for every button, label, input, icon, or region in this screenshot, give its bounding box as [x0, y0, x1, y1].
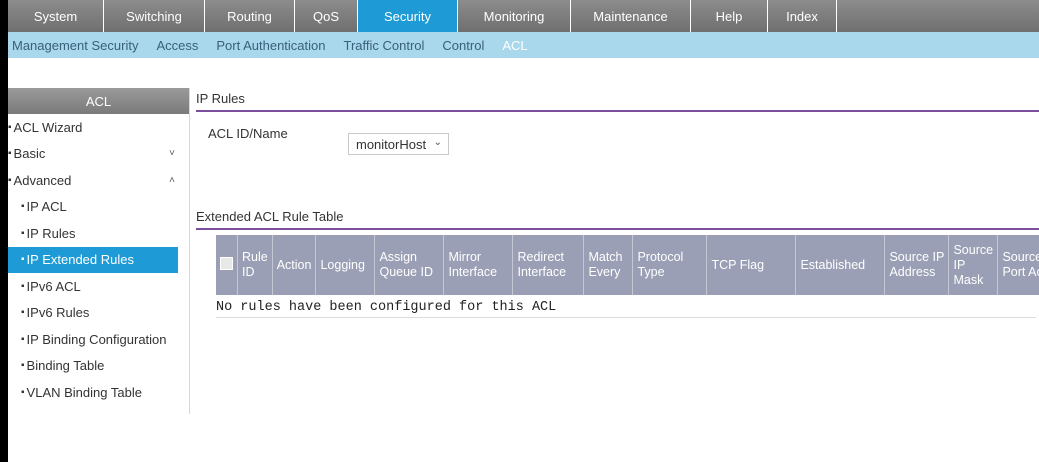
subnav-traffic-control[interactable]: Traffic Control: [344, 38, 425, 53]
select-all-checkbox[interactable]: [220, 256, 233, 270]
column-header-source-ip-mask[interactable]: Source IP Mask: [948, 235, 999, 295]
sidebar-item-label: IPv6 Rules: [26, 305, 90, 321]
subnav-port-authentication[interactable]: Port Authentication: [216, 38, 325, 53]
sidebar: ACL ▪ ACL Wizard ▪ Basic ˅ ▪ Advanced ˄ ▪ IP ACL ▪…: [8, 88, 190, 414]
sidebar-item-ipv6-rules[interactable]: ▪ IPv6 Rules: [8, 300, 189, 327]
chevron-up-icon[interactable]: ˄: [169, 175, 175, 186]
column-header-assign-queue-id[interactable]: Assign Queue ID: [374, 235, 445, 295]
sidebar-list: ▪ ACL Wizard ▪ Basic ˅ ▪ Advanced ˄ ▪ IP ACL ▪ IP R…: [8, 114, 189, 406]
column-header-established[interactable]: Established: [795, 235, 886, 295]
sidebar-item-label: IPv6 ACL: [26, 278, 81, 294]
rule-table-wrap: Rule ID Action Logging Assign Queue ID Mirro…: [216, 235, 1039, 318]
chevron-down-icon[interactable]: ˅: [169, 148, 175, 159]
bullet-icon: ▪: [21, 254, 25, 266]
sidebar-item-label: IP Rules: [26, 225, 76, 241]
empty-table-message: No rules have been configured for this A…: [216, 295, 1036, 318]
bullet-icon: ▪: [21, 386, 25, 398]
bullet-icon: ▪: [8, 174, 12, 186]
select-all-header[interactable]: [216, 235, 238, 295]
ip-rules-title: IP Rules: [196, 88, 1039, 112]
column-header-source-l4-port-action[interactable]: Source L4 Port Action: [997, 235, 1039, 295]
bullet-icon: ▪: [21, 201, 25, 213]
topnav-filler: [837, 0, 1039, 32]
subnav-management-security[interactable]: Management Security: [12, 38, 138, 53]
sidebar-header: ACL: [8, 88, 189, 114]
column-header-mirror-interface[interactable]: Mirror Interface: [443, 235, 514, 295]
subnav-access[interactable]: Access: [156, 38, 198, 53]
table-section: Extended ACL Rule Table: [196, 206, 1039, 230]
main-content: IP Rules ACL ID/Name monitorHost ⌄ Exten…: [196, 88, 1039, 318]
sidebar-item-label: Basic: [13, 146, 46, 162]
column-header-tcp-flag[interactable]: TCP Flag: [706, 235, 797, 295]
bullet-icon: ▪: [8, 148, 12, 160]
sub-navigation: Management Security Access Port Authentica…: [8, 32, 1039, 58]
sidebar-item-binding-table[interactable]: ▪ Binding Table: [8, 353, 189, 380]
tab-qos[interactable]: QoS: [295, 0, 358, 32]
subnav-control[interactable]: Control: [442, 38, 484, 53]
bullet-icon: ▪: [21, 333, 25, 345]
column-header-redirect-interface[interactable]: Redirect Interface: [512, 235, 585, 295]
column-header-protocol-type[interactable]: Protocol Type: [632, 235, 708, 295]
sidebar-item-label: IP ACL: [26, 199, 67, 215]
sidebar-item-label: VLAN Binding Table: [26, 384, 142, 400]
tab-help[interactable]: Help: [691, 0, 768, 32]
sidebar-item-label: IP Binding Configuration: [26, 331, 167, 347]
column-header-source-ip-address[interactable]: Source IP Address: [884, 235, 950, 295]
acl-id-row: ACL ID/Name monitorHost ⌄: [196, 112, 1039, 172]
sidebar-item-ipv6-acl[interactable]: ▪ IPv6 ACL: [8, 273, 189, 300]
window-frame-edge: [0, 0, 8, 462]
column-header-rule-id[interactable]: Rule ID: [237, 235, 273, 295]
sidebar-item-label: IP Extended Rules: [26, 252, 134, 268]
tab-switching[interactable]: Switching: [104, 0, 205, 32]
tab-security[interactable]: Security: [358, 0, 458, 32]
bullet-icon: ▪: [21, 307, 25, 319]
sidebar-item-basic[interactable]: ▪ Basic ˅: [8, 141, 189, 168]
column-header-logging[interactable]: Logging: [315, 235, 376, 295]
rule-table: Rule ID Action Logging Assign Queue ID Mirro…: [216, 235, 1039, 295]
sidebar-item-vlan-binding-table[interactable]: ▪ VLAN Binding Table: [8, 379, 189, 406]
tab-monitoring[interactable]: Monitoring: [458, 0, 571, 32]
tab-system[interactable]: System: [8, 0, 104, 32]
sidebar-item-label: ACL Wizard: [13, 119, 83, 135]
app: System Switching Routing QoS Security Monitor…: [8, 0, 1039, 462]
sidebar-item-acl-wizard[interactable]: ▪ ACL Wizard: [8, 114, 189, 141]
sidebar-item-ip-binding-configuration[interactable]: ▪ IP Binding Configuration: [8, 326, 189, 353]
acl-id-label: ACL ID/Name: [208, 126, 288, 141]
tab-maintenance[interactable]: Maintenance: [571, 0, 691, 32]
top-navigation: System Switching Routing QoS Security Monitor…: [8, 0, 1039, 32]
bullet-icon: ▪: [21, 280, 25, 292]
bullet-icon: ▪: [8, 121, 12, 133]
column-header-action[interactable]: Action: [272, 235, 317, 295]
tab-index[interactable]: Index: [768, 0, 837, 32]
chevron-down-icon: ⌄: [433, 137, 442, 148]
acl-id-select-value: monitorHost: [356, 136, 427, 152]
sidebar-item-label: Advanced: [13, 172, 72, 188]
column-header-match-every[interactable]: Match Every: [583, 235, 634, 295]
subnav-acl[interactable]: ACL: [502, 38, 527, 53]
sidebar-item-ip-acl[interactable]: ▪ IP ACL: [8, 194, 189, 221]
tab-routing[interactable]: Routing: [205, 0, 295, 32]
sidebar-item-advanced[interactable]: ▪ Advanced ˄: [8, 167, 189, 194]
sidebar-item-label: Binding Table: [26, 358, 105, 374]
table-title: Extended ACL Rule Table: [196, 206, 1039, 230]
bullet-icon: ▪: [21, 360, 25, 372]
acl-id-select[interactable]: monitorHost ⌄: [348, 133, 449, 155]
bullet-icon: ▪: [21, 227, 25, 239]
sidebar-item-ip-extended-rules[interactable]: ▪ IP Extended Rules: [8, 246, 178, 273]
table-header-row: Rule ID Action Logging Assign Queue ID Mirro…: [216, 235, 1039, 295]
sidebar-item-ip-rules[interactable]: ▪ IP Rules: [8, 220, 189, 247]
